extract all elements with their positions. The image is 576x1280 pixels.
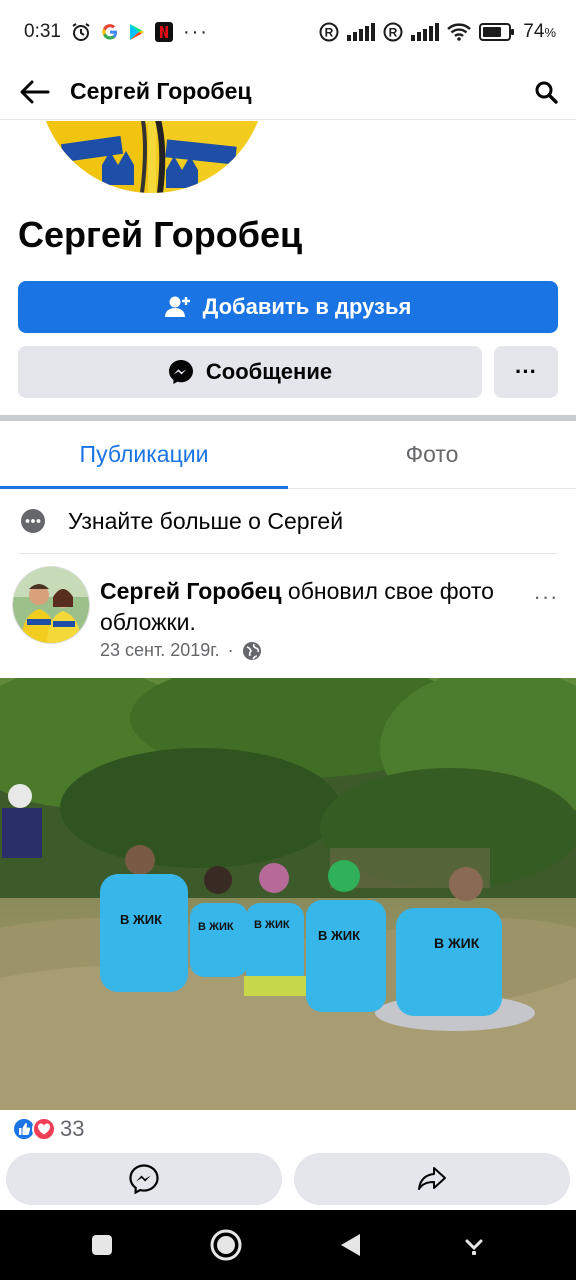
message-label: Сообщение	[205, 359, 333, 384]
add-friend-label: Добавить в друзья	[202, 294, 412, 319]
status-left: 0:31 ···	[24, 21, 209, 44]
hide-nav-button[interactable]	[454, 1225, 494, 1265]
learn-more-row[interactable]: Узнайте больше о Сергей	[0, 490, 576, 552]
globe-icon	[242, 641, 261, 660]
post-author-name[interactable]: Сергей Горобец	[100, 578, 282, 604]
netflix-icon	[154, 21, 173, 43]
svg-text:R: R	[325, 26, 334, 40]
top-bar: Сергей Горобец	[0, 64, 576, 120]
profile-tabs: Публикации Фото	[0, 421, 576, 489]
post-photo[interactable]: В ЖИК В ЖИК В ЖИК В ЖИК В ЖИК	[0, 678, 576, 1110]
add-friend-icon	[164, 296, 190, 317]
home-button[interactable]	[206, 1225, 246, 1265]
tab-photos[interactable]: Фото	[288, 421, 576, 488]
back-nav-button[interactable]	[330, 1225, 370, 1265]
shirt-text-1: В ЖИК	[120, 912, 162, 927]
battery-value: 74	[523, 21, 545, 42]
triangle-back-icon	[341, 1234, 360, 1256]
arrow-left-icon	[20, 80, 50, 103]
wifi-icon	[447, 21, 472, 43]
profile-avatar[interactable]	[34, 121, 270, 197]
post-options-button[interactable]: ···	[524, 582, 568, 612]
post-title: Сергей Горобец обновил свое фото обложки…	[100, 576, 500, 638]
meta-separator: ·	[227, 640, 234, 660]
recents-button[interactable]	[82, 1225, 122, 1265]
messenger-outline-icon	[129, 1164, 159, 1195]
signal-icon-2	[411, 21, 440, 43]
status-time: 0:31	[24, 21, 61, 42]
status-bar: 0:31 ··· R R 74%	[0, 0, 576, 64]
add-friend-button[interactable]: Добавить в друзья	[18, 281, 558, 333]
home-circle-icon	[210, 1229, 242, 1261]
more-dots-icon: ···	[515, 359, 537, 384]
svg-text:R: R	[389, 26, 398, 40]
battery-icon	[479, 21, 515, 43]
reaction-count: 33	[60, 1116, 85, 1141]
profile-avatar-area	[0, 121, 576, 199]
post-date[interactable]: 23 сент. 2019г.	[100, 640, 220, 661]
share-icon	[418, 1167, 446, 1190]
profile-name: Сергей Горобец	[18, 214, 303, 255]
signal-icon	[347, 21, 376, 43]
send-in-messenger-button[interactable]	[6, 1153, 282, 1205]
status-right: R R 74%	[319, 21, 556, 43]
more-notifications-icon: ···	[182, 20, 209, 43]
post-meta: 23 сент. 2019г. ·	[100, 640, 262, 661]
post-author-avatar[interactable]	[12, 566, 90, 644]
cover-photo-image: В ЖИК В ЖИК В ЖИК В ЖИК В ЖИК	[0, 678, 576, 1110]
profile-more-button[interactable]: ···	[494, 346, 558, 398]
back-button[interactable]	[0, 64, 70, 120]
messenger-icon	[168, 360, 193, 384]
registered-icon: R	[319, 21, 339, 43]
google-icon	[101, 21, 119, 43]
reactions-summary[interactable]: 33	[12, 1116, 84, 1142]
play-store-icon	[129, 21, 145, 43]
page-title: Сергей Горобец	[70, 78, 252, 104]
shirt-text-5: В ЖИК	[434, 935, 480, 951]
search-button[interactable]	[516, 64, 576, 120]
search-icon	[535, 81, 558, 104]
learn-more-text: Узнайте больше о Сергей	[68, 507, 344, 534]
registered-icon-2: R	[383, 21, 403, 43]
divider	[18, 553, 558, 554]
system-nav-bar	[0, 1210, 576, 1280]
share-button[interactable]	[294, 1153, 570, 1205]
post-author-avatar-image	[13, 567, 89, 643]
shirt-text-3: В ЖИК	[254, 919, 290, 931]
battery-unit: %	[544, 25, 556, 40]
message-button[interactable]: Сообщение	[18, 346, 482, 398]
alarm-icon	[71, 21, 91, 43]
love-reaction-icon	[32, 1117, 56, 1141]
shirt-text-2: В ЖИК	[198, 921, 234, 933]
shirt-text-4: В ЖИК	[318, 928, 360, 943]
more-circle-icon	[21, 509, 45, 533]
chevron-down-icon	[465, 1239, 483, 1255]
battery-percent: 74%	[523, 21, 556, 43]
profile-avatar-image	[38, 121, 266, 193]
tab-posts[interactable]: Публикации	[0, 421, 288, 489]
square-icon	[92, 1235, 112, 1255]
